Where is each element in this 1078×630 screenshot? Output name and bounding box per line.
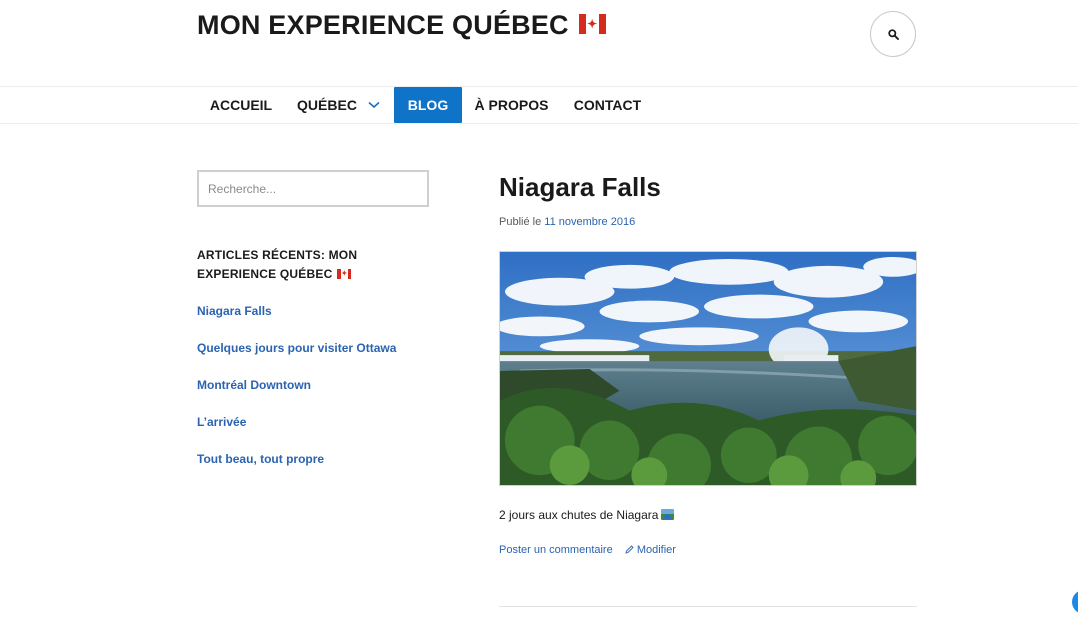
pencil-icon	[625, 545, 634, 554]
recent-post-link[interactable]: Quelques jours pour visiter Ottawa	[197, 341, 396, 355]
blog-post: Niagara Falls Publié le 11 novembre 2016	[499, 170, 917, 556]
sidebar-search-input[interactable]	[197, 170, 429, 207]
nav-item-blog[interactable]: BLOG	[394, 87, 462, 123]
search-toggle-button[interactable]	[870, 11, 916, 57]
recent-posts-title-text: ARTICLES RÉCENTS: MON EXPERIENCE QUÉBEC	[197, 248, 358, 281]
post-edit-link[interactable]: Modifier	[625, 544, 676, 556]
list-item: L’arrivée	[197, 413, 429, 450]
recent-post-link[interactable]: L’arrivée	[197, 415, 246, 429]
floating-widget-button[interactable]	[1072, 590, 1078, 614]
nav-item-contact[interactable]: CONTACT	[564, 87, 651, 123]
list-item: Montréal Downtown	[197, 376, 429, 413]
canada-flag-icon: ✦	[337, 269, 352, 279]
site-title-text[interactable]: MON EXPERIENCE QUÉBEC	[197, 10, 569, 41]
site-title[interactable]: MON EXPERIENCE QUÉBEC ✦	[197, 10, 606, 41]
search-icon	[887, 28, 899, 40]
post-title[interactable]: Niagara Falls	[499, 170, 917, 204]
post-excerpt: 2 jours aux chutes de Niagara	[499, 508, 675, 522]
recent-post-link[interactable]: Montréal Downtown	[197, 378, 311, 392]
list-item: Tout beau, tout propre	[197, 450, 429, 487]
post-meta-prefix: Publié le	[499, 216, 542, 228]
post-date-link[interactable]: 11 novembre 2016	[544, 216, 635, 228]
post-meta: Publié le 11 novembre 2016	[499, 216, 917, 228]
canada-flag-icon: ✦	[578, 13, 606, 34]
nav-item-accueil[interactable]: ACCUEIL	[197, 87, 285, 123]
post-comment-link[interactable]: Poster un commentaire	[499, 544, 613, 556]
main-navigation: ACCUEIL QUÉBEC BLOG À PROPOS CONTACT	[0, 86, 1078, 124]
post-excerpt-text: 2 jours aux chutes de Niagara	[499, 508, 659, 522]
site-header: MON EXPERIENCE QUÉBEC ✦	[0, 0, 1078, 86]
list-item: Quelques jours pour visiter Ottawa	[197, 339, 429, 376]
recent-post-link[interactable]: Tout beau, tout propre	[197, 452, 324, 466]
sidebar: ARTICLES RÉCENTS: MON EXPERIENCE QUÉBEC✦…	[197, 170, 429, 487]
recent-posts-title: ARTICLES RÉCENTS: MON EXPERIENCE QUÉBEC ✦	[197, 246, 429, 284]
list-item: Niagara Falls	[197, 302, 429, 339]
national-park-icon	[661, 509, 675, 520]
chevron-down-icon	[368, 101, 380, 109]
recent-post-link[interactable]: Niagara Falls	[197, 304, 272, 318]
post-footer: Poster un commentaire Modifier	[499, 544, 676, 556]
nav-item-quebec[interactable]: QUÉBEC	[290, 87, 364, 123]
quebec-submenu-toggle[interactable]	[368, 87, 380, 123]
recent-posts-list: Niagara Falls Quelques jours pour visite…	[197, 302, 429, 487]
post-divider	[499, 606, 917, 607]
post-edit-label[interactable]: Modifier	[637, 544, 676, 556]
nav-item-a-propos[interactable]: À PROPOS	[466, 87, 557, 123]
niagara-falls-photo[interactable]	[499, 251, 917, 486]
